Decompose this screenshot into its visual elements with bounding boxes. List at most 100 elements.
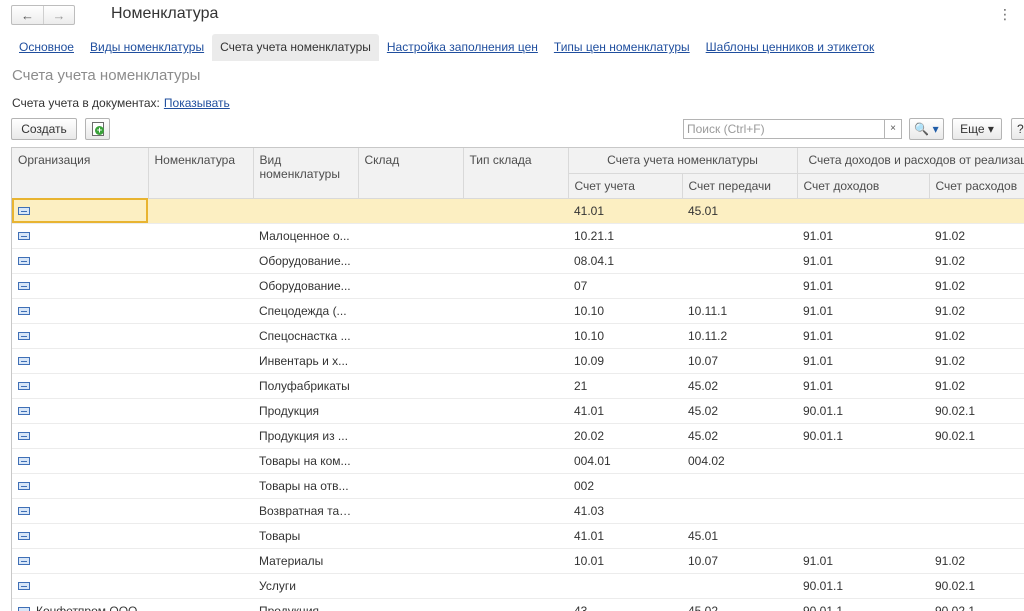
cell-warehouse[interactable] xyxy=(358,423,463,449)
cell-income-account[interactable] xyxy=(797,473,929,499)
cell-organization[interactable] xyxy=(12,423,148,449)
cell-account[interactable]: 004.01 xyxy=(568,448,682,474)
cell-expense-account[interactable] xyxy=(929,198,1024,224)
table-row[interactable]: Возвратная тара 41.03 xyxy=(12,498,1024,524)
cell-organization[interactable] xyxy=(12,573,148,599)
cell-transfer-account[interactable]: 004.02 xyxy=(682,448,797,474)
tab-main[interactable]: Основное xyxy=(11,34,82,61)
cell-warehouse[interactable] xyxy=(358,598,463,611)
cell-organization[interactable] xyxy=(12,248,148,274)
cell-account[interactable]: 002 xyxy=(568,473,682,499)
table-row[interactable]: Малоценное о... 10.21.1 91.01 91.02 xyxy=(12,223,1024,249)
column-header-organization[interactable]: Организация xyxy=(12,148,149,199)
cell-expense-account[interactable]: 91.02 xyxy=(929,323,1024,349)
cell-transfer-account[interactable]: 10.07 xyxy=(682,348,797,374)
more-button[interactable]: Еще ▾ xyxy=(952,118,1002,140)
tab-price-types[interactable]: Типы цен номенклатуры xyxy=(546,34,698,61)
cell-organization[interactable] xyxy=(12,523,148,549)
cell-kind[interactable]: Полуфабрикаты xyxy=(253,373,358,399)
cell-account[interactable]: 10.09 xyxy=(568,348,682,374)
cell-transfer-account[interactable]: 10.07 xyxy=(682,548,797,574)
cell-transfer-account[interactable] xyxy=(682,248,797,274)
cell-transfer-account[interactable]: 10.11.1 xyxy=(682,298,797,324)
cell-income-account[interactable]: 91.01 xyxy=(797,223,929,249)
column-header-nomenclature[interactable]: Номенклатура xyxy=(148,148,254,199)
cell-income-account[interactable] xyxy=(797,448,929,474)
cell-expense-account[interactable]: 91.02 xyxy=(929,273,1024,299)
cell-expense-account[interactable] xyxy=(929,498,1024,524)
cell-account[interactable]: 10.10 xyxy=(568,323,682,349)
tab-accounts[interactable]: Счета учета номенклатуры xyxy=(212,34,379,61)
cell-organization[interactable] xyxy=(12,373,148,399)
cell-transfer-account[interactable]: 45.02 xyxy=(682,373,797,399)
column-header-kind[interactable]: Вид номенклатуры xyxy=(253,148,359,199)
cell-income-account[interactable]: 91.01 xyxy=(797,348,929,374)
cell-warehouse[interactable] xyxy=(358,248,463,274)
cell-nomenclature[interactable] xyxy=(148,348,253,374)
column-header-warehouse[interactable]: Склад xyxy=(358,148,464,199)
cell-kind[interactable]: Продукция из ... xyxy=(253,423,358,449)
forward-button[interactable]: → xyxy=(43,6,74,24)
tab-nomenclature-kinds[interactable]: Виды номенклатуры xyxy=(82,34,212,61)
cell-organization[interactable] xyxy=(12,473,148,499)
cell-account[interactable] xyxy=(568,573,682,599)
cell-warehouse-type[interactable] xyxy=(463,573,568,599)
cell-warehouse[interactable] xyxy=(358,523,463,549)
window-menu-icon[interactable]: ⋮ xyxy=(998,6,1012,23)
cell-expense-account[interactable]: 91.02 xyxy=(929,298,1024,324)
cell-account[interactable]: 20.02 xyxy=(568,423,682,449)
cell-kind[interactable] xyxy=(253,198,358,224)
cell-account[interactable]: 43 xyxy=(568,598,682,611)
table-row[interactable]: Спецодежда (... 10.10 10.11.1 91.01 91.02 xyxy=(12,298,1024,324)
cell-account[interactable]: 10.01 xyxy=(568,548,682,574)
cell-income-account[interactable] xyxy=(797,198,929,224)
cell-warehouse-type[interactable] xyxy=(463,323,568,349)
cell-kind[interactable]: Товары на ком... xyxy=(253,448,358,474)
copy-button[interactable] xyxy=(85,118,110,140)
cell-account[interactable]: 21 xyxy=(568,373,682,399)
table-row[interactable]: Спецоснастка ... 10.10 10.11.2 91.01 91.02 xyxy=(12,323,1024,349)
cell-kind[interactable]: Продукция xyxy=(253,398,358,424)
clear-search-button[interactable]: × xyxy=(885,119,902,139)
cell-warehouse[interactable] xyxy=(358,273,463,299)
cell-account[interactable]: 08.04.1 xyxy=(568,248,682,274)
cell-warehouse-type[interactable] xyxy=(463,548,568,574)
cell-warehouse-type[interactable] xyxy=(463,348,568,374)
column-header-expense-account[interactable]: Счет расходов xyxy=(929,173,1024,199)
cell-warehouse-type[interactable] xyxy=(463,298,568,324)
cell-income-account[interactable]: 90.01.1 xyxy=(797,398,929,424)
tab-label-templates[interactable]: Шаблоны ценников и этикеток xyxy=(698,34,883,61)
cell-expense-account[interactable]: 90.02.1 xyxy=(929,598,1024,611)
cell-warehouse-type[interactable] xyxy=(463,498,568,524)
cell-warehouse-type[interactable] xyxy=(463,273,568,299)
cell-warehouse-type[interactable] xyxy=(463,598,568,611)
cell-transfer-account[interactable] xyxy=(682,273,797,299)
cell-warehouse[interactable] xyxy=(358,473,463,499)
cell-income-account[interactable] xyxy=(797,498,929,524)
cell-nomenclature[interactable] xyxy=(148,448,253,474)
cell-account[interactable]: 41.03 xyxy=(568,498,682,524)
cell-income-account[interactable] xyxy=(797,523,929,549)
cell-warehouse-type[interactable] xyxy=(463,423,568,449)
cell-warehouse[interactable] xyxy=(358,323,463,349)
cell-warehouse-type[interactable] xyxy=(463,473,568,499)
cell-organization[interactable] xyxy=(12,223,148,249)
cell-warehouse-type[interactable] xyxy=(463,248,568,274)
cell-transfer-account[interactable] xyxy=(682,498,797,524)
cell-warehouse[interactable] xyxy=(358,573,463,599)
search-button[interactable]: 🔍 ▾ xyxy=(909,118,944,140)
cell-expense-account[interactable] xyxy=(929,523,1024,549)
cell-expense-account[interactable]: 91.02 xyxy=(929,548,1024,574)
cell-warehouse-type[interactable] xyxy=(463,448,568,474)
cell-kind[interactable]: Продукция xyxy=(253,598,358,611)
cell-account[interactable]: 41.01 xyxy=(568,198,682,224)
cell-warehouse[interactable] xyxy=(358,198,463,224)
cell-nomenclature[interactable] xyxy=(148,248,253,274)
column-header-account[interactable]: Счет учета xyxy=(568,173,683,199)
cell-account[interactable]: 41.01 xyxy=(568,523,682,549)
cell-warehouse-type[interactable] xyxy=(463,223,568,249)
cell-expense-account[interactable]: 90.02.1 xyxy=(929,398,1024,424)
cell-organization[interactable] xyxy=(12,273,148,299)
cell-expense-account[interactable] xyxy=(929,448,1024,474)
cell-expense-account[interactable]: 90.02.1 xyxy=(929,423,1024,449)
